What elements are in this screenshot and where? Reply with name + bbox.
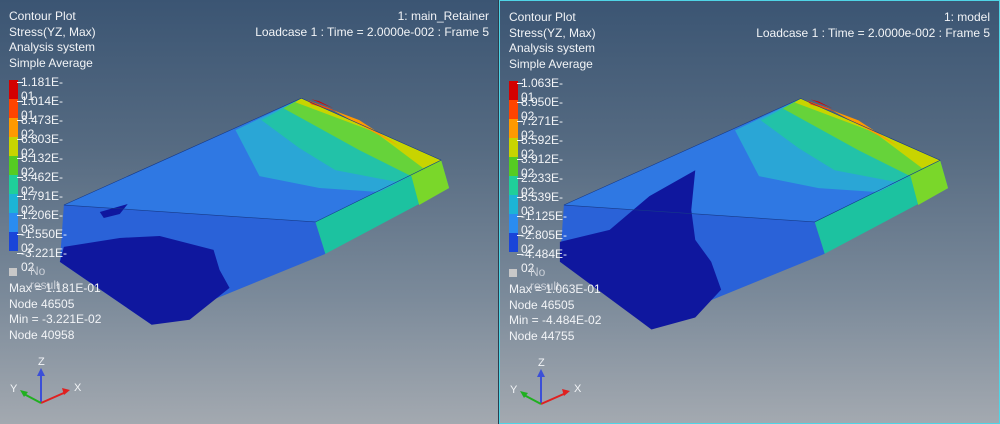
model-name: 1: main_Retainer [397,9,489,23]
viewport-left[interactable]: Contour Plot Stress(YZ, Max) Analysis sy… [0,0,499,424]
axis-triad-icon: Z Y X [510,357,582,405]
max-value: Max = 1.181E-01 [9,281,101,295]
plot-header-right: Contour Plot Stress(YZ, Max) Analysis sy… [509,10,596,72]
model-info-left: 1: main_Retainer Loadcase 1 : Time = 2.0… [255,9,489,40]
plot-title: Contour Plot [509,10,576,24]
min-max-info-left: Max = 1.181E-01 Node 46505 Min = -3.221E… [9,281,101,343]
no-result-swatch [509,269,517,277]
axis-z-label: Z [538,357,545,369]
min-max-info-right: Max = 1.063E-01 Node 46505 Min = -4.484E… [509,282,601,344]
min-node: Node 40958 [9,327,75,342]
axis-y-label: Y [510,384,518,396]
viewport-container: Contour Plot Stress(YZ, Max) Analysis sy… [0,0,1000,424]
model-name: 1: model [943,10,990,24]
plot-title: Contour Plot [9,9,76,23]
axis-x-label: X [74,382,82,394]
max-value: Max = 1.063E-01 [509,282,601,296]
axis-z-label: Z [38,356,45,368]
averaging-method: Simple Average [509,56,593,71]
min-value: Min = -4.484E-02 [509,313,602,327]
coordinate-system: Analysis system [509,41,596,55]
result-type: Stress(YZ, Max) [9,24,96,39]
max-node: Node 46505 [509,297,575,312]
axis-x-label: X [574,383,582,395]
averaging-method: Simple Average [9,55,93,70]
max-node: Node 46505 [9,296,75,311]
axis-y-label: Y [10,383,18,395]
model-info-right: 1: model Loadcase 1 : Time = 2.0000e-002… [756,10,990,41]
loadcase-info: Loadcase 1 : Time = 2.0000e-002 : Frame … [756,25,990,40]
result-type: Stress(YZ, Max) [509,25,596,40]
plot-header-left: Contour Plot Stress(YZ, Max) Analysis sy… [9,9,96,71]
loadcase-info: Loadcase 1 : Time = 2.0000e-002 : Frame … [255,24,489,39]
no-result-swatch [9,268,17,276]
viewport-right[interactable]: Contour Plot Stress(YZ, Max) Analysis sy… [499,0,1000,424]
min-value: Min = -3.221E-02 [9,312,102,326]
coordinate-system: Analysis system [9,40,96,54]
min-node: Node 44755 [509,328,575,343]
axis-triad-icon: Z Y X [10,356,82,404]
